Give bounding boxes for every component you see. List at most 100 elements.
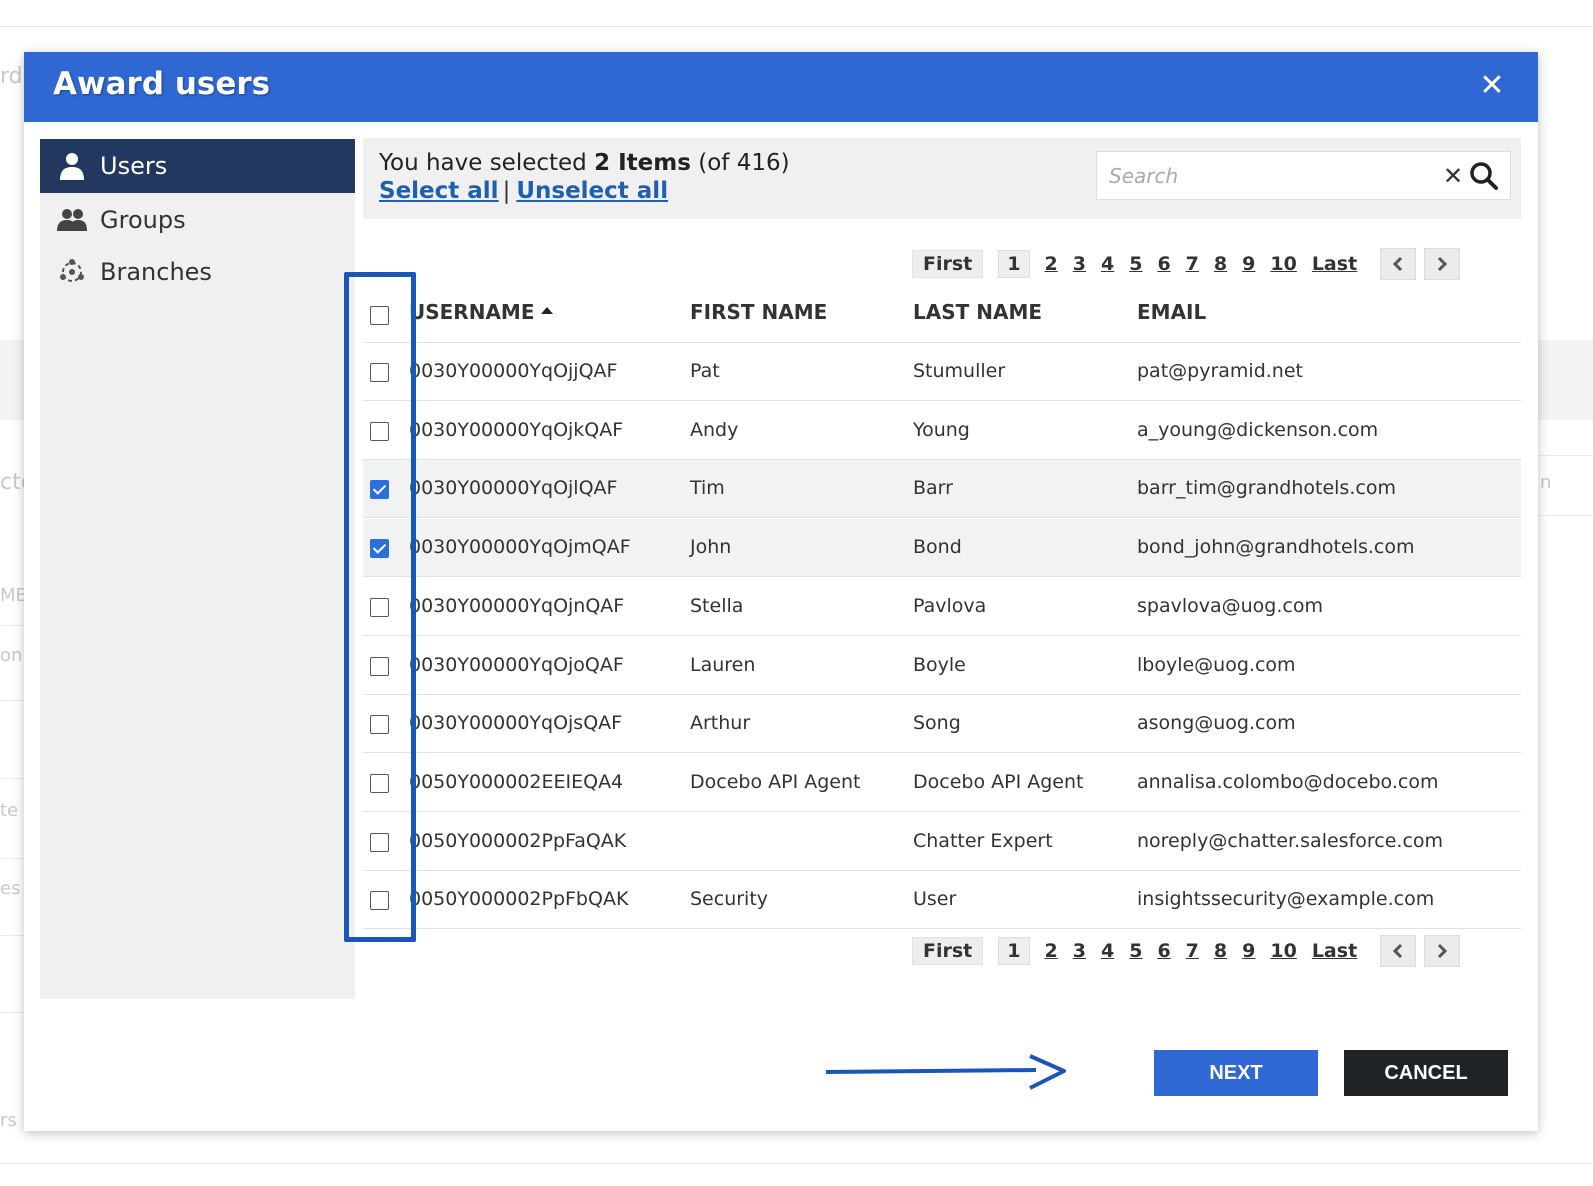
- unselect-all-link[interactable]: Unselect all: [516, 178, 668, 204]
- table-row[interactable]: 0050Y000002PpFaQAK Chatter Expert noreply@…: [363, 813, 1521, 871]
- row-checkbox[interactable]: [370, 363, 389, 382]
- pagination-first[interactable]: First: [912, 250, 984, 278]
- table-header: USERNAME FIRST NAME LAST NAME EMAIL: [363, 300, 1521, 332]
- pagination-page-5[interactable]: 5: [1129, 253, 1142, 275]
- table-row[interactable]: 0030Y00000YqOjnQAF Stella Pavlova spavlova@…: [363, 578, 1521, 636]
- background-text: te: [0, 800, 19, 821]
- row-checkbox[interactable]: [370, 421, 389, 441]
- cell-first-name: Pat: [690, 360, 720, 382]
- cancel-button[interactable]: CANCEL: [1344, 1050, 1508, 1096]
- cell-email: spavlova@uog.com: [1137, 594, 1323, 617]
- sidebar-item-users[interactable]: Users: [40, 139, 355, 193]
- table-row[interactable]: 0050Y000002PpFbQAK Security User insightsse…: [363, 871, 1521, 930]
- annotation-arrow-icon: [826, 1054, 1066, 1090]
- branches-icon: [56, 256, 88, 288]
- row-checkbox[interactable]: [370, 715, 389, 735]
- cell-first-name: Arthur: [690, 712, 751, 735]
- cell-email: annalisa.colombo@docebo.com: [1137, 770, 1439, 793]
- column-header-username[interactable]: USERNAME: [409, 300, 553, 324]
- pagination-page-9[interactable]: 9: [1242, 940, 1255, 962]
- background-band: [1538, 340, 1593, 420]
- pagination-last[interactable]: Last: [1312, 253, 1357, 275]
- next-button[interactable]: NEXT: [1154, 1050, 1318, 1096]
- pagination-page-9[interactable]: 9: [1242, 253, 1255, 275]
- selection-total: (of 416): [698, 150, 790, 176]
- pagination-page-3[interactable]: 3: [1073, 940, 1086, 962]
- table-row[interactable]: 0050Y000002EEIEQA4 Docebo API Agent Docebo…: [363, 754, 1521, 812]
- background-divider: [0, 778, 24, 779]
- pagination-page-7[interactable]: 7: [1186, 253, 1199, 275]
- chevron-right-icon[interactable]: [1424, 935, 1461, 967]
- row-checkbox[interactable]: [370, 656, 389, 676]
- row-checkbox[interactable]: [370, 480, 389, 500]
- pagination-page-2[interactable]: 2: [1045, 940, 1058, 962]
- pagination-page-6[interactable]: 6: [1157, 940, 1170, 962]
- row-checkbox[interactable]: [370, 891, 389, 911]
- cell-username: 0050Y000002EEIEQA4: [409, 770, 624, 793]
- row-checkbox[interactable]: [370, 773, 389, 793]
- table-row[interactable]: 0030Y00000YqOjjQAF Pat Stumuller pat@pyrami…: [363, 343, 1521, 401]
- user-icon: [56, 150, 88, 182]
- table-row[interactable]: 0030Y00000YqOjmQAF John Bond bond_john@gran…: [363, 519, 1521, 578]
- column-header-label: USERNAME: [409, 300, 535, 324]
- cell-username: 0050Y000002PpFaQAK: [409, 829, 627, 852]
- cell-email: a_young@dickenson.com: [1137, 418, 1379, 441]
- chevron-left-icon[interactable]: [1380, 248, 1417, 280]
- sidebar-item-groups[interactable]: Groups: [40, 193, 355, 247]
- row-checkbox[interactable]: [370, 597, 389, 617]
- background-divider: [0, 1163, 1593, 1164]
- column-header-first-name[interactable]: FIRST NAME: [690, 300, 827, 324]
- close-icon[interactable]: ✕: [1476, 70, 1508, 102]
- pagination-page-10[interactable]: 10: [1270, 253, 1296, 275]
- background-divider: [1538, 515, 1593, 516]
- table-row[interactable]: 0030Y00000YqOjoQAF Lauren Boyle lboyle@uog.…: [363, 637, 1521, 695]
- cell-first-name: Lauren: [690, 653, 756, 676]
- background-divider: [0, 935, 24, 936]
- cell-first-name: John: [690, 536, 732, 559]
- selection-summary: You have selected 2 Items (of 416): [379, 150, 790, 176]
- background-band: [0, 340, 24, 420]
- select-all-link[interactable]: Select all: [379, 178, 499, 204]
- pagination-page-8[interactable]: 8: [1214, 940, 1227, 962]
- cell-first-name: Docebo API Agent: [690, 770, 861, 793]
- pagination-first[interactable]: First: [912, 937, 984, 965]
- selection-links: Select all | Unselect all: [379, 178, 668, 204]
- chevron-left-icon[interactable]: [1380, 935, 1417, 967]
- sidebar-item-label: Users: [100, 152, 168, 180]
- table-row[interactable]: 0030Y00000YqOjkQAF Andy Young a_young@dicke…: [363, 402, 1521, 460]
- pagination-page-4[interactable]: 4: [1101, 253, 1114, 275]
- pagination-top: First 1 2 3 4 5 6 7 8 9 10 Last: [912, 248, 1461, 280]
- search-input[interactable]: [1097, 152, 1437, 199]
- pagination-page-5[interactable]: 5: [1129, 940, 1142, 962]
- pagination-page-4[interactable]: 4: [1101, 940, 1114, 962]
- pagination-page-1[interactable]: 1: [998, 250, 1030, 278]
- pagination-page-1[interactable]: 1: [998, 937, 1030, 965]
- cell-last-name: Docebo API Agent: [913, 770, 1084, 793]
- cell-username: 0030Y00000YqOjjQAF: [409, 360, 618, 382]
- column-header-last-name[interactable]: LAST NAME: [913, 300, 1042, 324]
- pagination-page-8[interactable]: 8: [1214, 253, 1227, 275]
- pagination-page-6[interactable]: 6: [1157, 253, 1170, 275]
- cell-last-name: Song: [913, 712, 961, 735]
- cell-email: noreply@chatter.salesforce.com: [1137, 829, 1444, 852]
- chevron-right-icon[interactable]: [1424, 248, 1461, 280]
- sort-ascending-icon: [540, 307, 553, 314]
- select-all-checkbox[interactable]: [370, 306, 389, 325]
- pagination-page-10[interactable]: 10: [1270, 940, 1296, 962]
- search-icon[interactable]: [1469, 161, 1499, 191]
- pagination-bottom: First 1 2 3 4 5 6 7 8 9 10 Last: [912, 935, 1461, 967]
- table-row[interactable]: 0030Y00000YqOjsQAF Arthur Song asong@uog.co…: [363, 695, 1521, 754]
- pagination-last[interactable]: Last: [1312, 940, 1357, 962]
- cell-username: 0030Y00000YqOjlQAF: [409, 477, 618, 500]
- clear-search-icon[interactable]: ✕: [1443, 162, 1463, 190]
- column-header-email[interactable]: EMAIL: [1137, 300, 1206, 324]
- pagination-page-2[interactable]: 2: [1045, 253, 1058, 275]
- table-row[interactable]: 0030Y00000YqOjlQAF Tim Barr barr_tim@grandh…: [363, 460, 1521, 519]
- cell-username: 0030Y00000YqOjmQAF: [409, 536, 631, 559]
- row-checkbox[interactable]: [370, 539, 389, 559]
- sidebar-item-branches[interactable]: Branches: [40, 245, 355, 299]
- pagination-page-3[interactable]: 3: [1073, 253, 1086, 275]
- cell-username: 0030Y00000YqOjkQAF: [409, 418, 624, 441]
- pagination-page-7[interactable]: 7: [1186, 940, 1199, 962]
- row-checkbox[interactable]: [370, 832, 389, 852]
